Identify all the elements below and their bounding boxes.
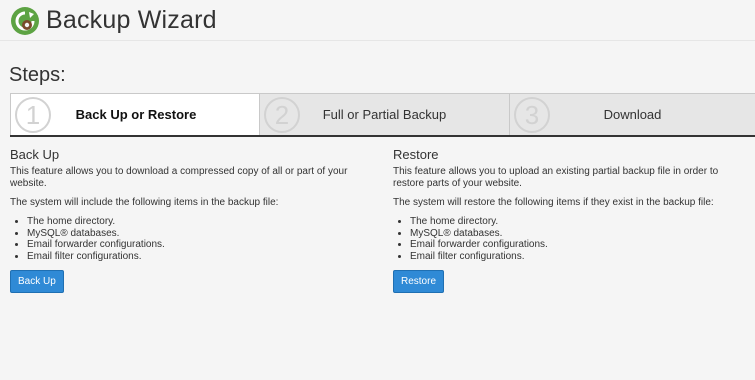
step-3-download: 3 Download	[509, 94, 755, 135]
step-1-back-up-or-restore: 1 Back Up or Restore	[10, 94, 259, 135]
restore-items-list: The home directory. MySQL® databases. Em…	[393, 216, 738, 262]
backup-wizard-icon	[11, 7, 39, 35]
list-item: MySQL® databases.	[27, 228, 370, 240]
page-header: Backup Wizard	[0, 0, 755, 41]
backup-list-intro: The system will include the following it…	[10, 197, 279, 208]
restore-button[interactable]: Restore	[393, 270, 445, 293]
list-item: Email forwarder configurations.	[410, 239, 738, 251]
page-title: Backup Wizard	[46, 6, 217, 34]
backup-section-title: Back Up	[10, 147, 60, 162]
step-progress-bar: 1 Back Up or Restore 2 Full or Partial B…	[10, 93, 755, 137]
back-up-button[interactable]: Back Up	[10, 270, 64, 293]
step-2-full-or-partial-backup: 2 Full or Partial Backup	[259, 94, 509, 135]
list-item: MySQL® databases.	[410, 228, 738, 240]
list-item: Email forwarder configurations.	[27, 239, 370, 251]
backup-items-list: The home directory. MySQL® databases. Em…	[10, 216, 370, 262]
restore-section-title: Restore	[393, 147, 439, 162]
list-item: The home directory.	[410, 216, 738, 228]
backup-description: This feature allows you to download a co…	[10, 166, 348, 189]
list-item: The home directory.	[27, 216, 370, 228]
step-label: Download	[603, 107, 662, 122]
list-item: Email filter configurations.	[410, 251, 738, 263]
steps-heading: Steps:	[9, 64, 66, 86]
restore-list-intro: The system will restore the following it…	[393, 197, 714, 208]
step-label: Back Up or Restore	[75, 107, 197, 122]
restore-section: Restore This feature allows you to uploa…	[393, 147, 738, 293]
step-label: Full or Partial Backup	[322, 107, 447, 122]
list-item: Email filter configurations.	[27, 251, 370, 263]
restore-description: This feature allows you to upload an exi…	[393, 166, 719, 189]
backup-section: Back Up This feature allows you to downl…	[10, 147, 370, 293]
